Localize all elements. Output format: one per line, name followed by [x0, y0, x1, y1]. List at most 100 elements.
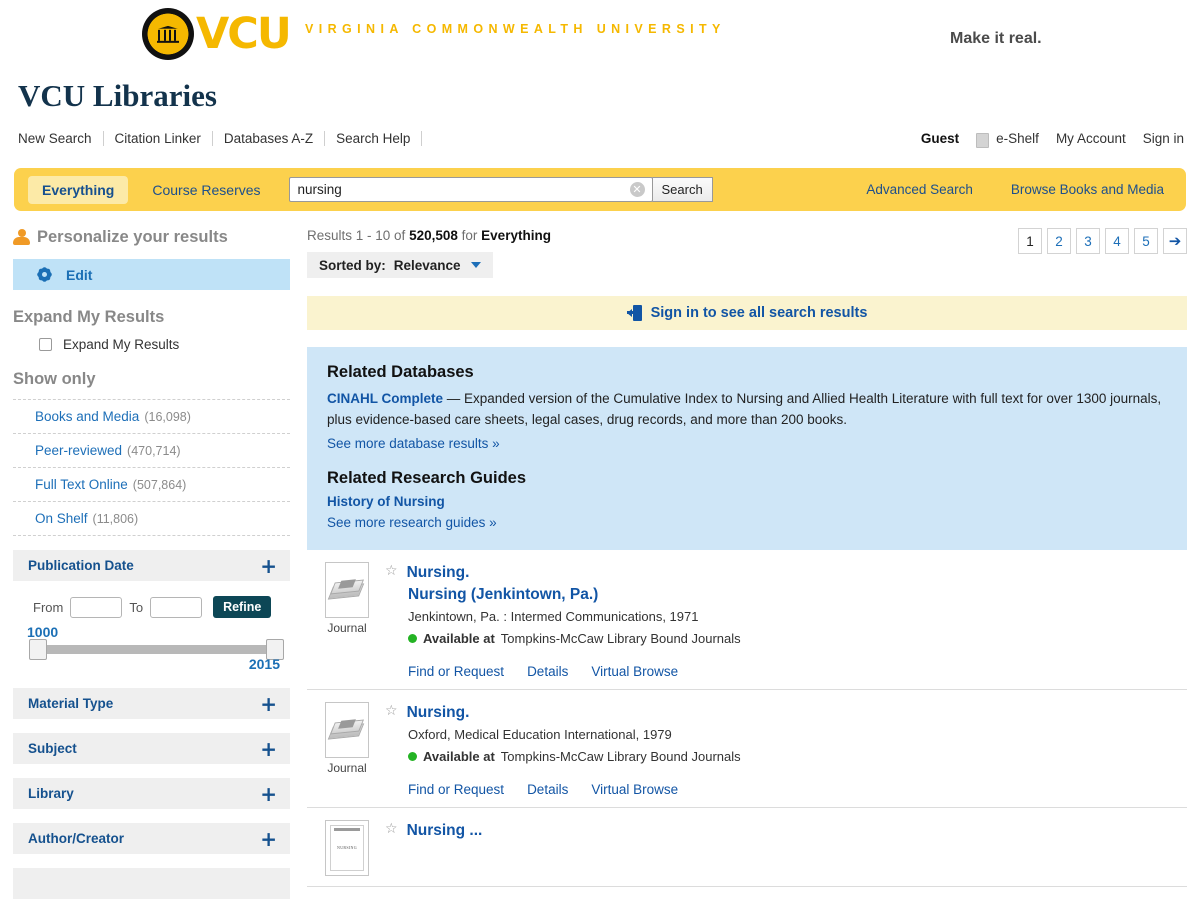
facet-panel-partial[interactable]	[13, 868, 290, 899]
search-button[interactable]: Search	[651, 177, 713, 202]
facet-full-text-online[interactable]: Full Text Online (507,864)	[13, 468, 290, 502]
page-3-button[interactable]: 3	[1076, 228, 1100, 254]
signin-banner-text: Sign in to see all search results	[650, 305, 868, 321]
facet-panel-title: Subject	[28, 741, 77, 756]
result-subtitle-link[interactable]: Nursing (Jenkintown, Pa.)	[408, 586, 1187, 604]
favorite-star-icon[interactable]: ☆	[385, 703, 398, 720]
available-status-icon	[408, 634, 417, 643]
date-from-input[interactable]	[70, 596, 123, 618]
facet-panel-title: Library	[28, 786, 74, 801]
facet-label: Full Text Online	[35, 477, 128, 492]
person-icon	[13, 229, 30, 246]
facet-panel-title: Material Type	[28, 696, 114, 711]
nav-databases-az[interactable]: Databases A-Z	[213, 131, 326, 146]
history-of-nursing-link[interactable]: History of Nursing	[327, 494, 1167, 509]
facet-panel-library[interactable]: Library +	[13, 778, 290, 809]
nav-new-search[interactable]: New Search	[18, 131, 104, 146]
edit-label: Edit	[66, 266, 93, 283]
sort-dropdown[interactable]: Sorted by: Relevance	[307, 252, 493, 278]
sign-in-link[interactable]: Sign in	[1143, 131, 1184, 146]
slider-handle-min[interactable]	[29, 639, 47, 660]
facet-panel-title: Publication Date	[28, 558, 134, 573]
virtual-browse-link[interactable]: Virtual Browse	[591, 664, 678, 679]
facet-panel-author-creator[interactable]: Author/Creator +	[13, 823, 290, 854]
brand-bar: VCU VIRGINIA COMMONWEALTH UNIVERSITY Mak…	[0, 0, 1200, 70]
find-or-request-link[interactable]: Find or Request	[408, 664, 504, 679]
plus-icon: +	[260, 781, 277, 806]
page-5-button[interactable]: 5	[1134, 228, 1158, 254]
search-bar-links: Advanced Search Browse Books and Media	[866, 182, 1164, 197]
plus-icon: +	[260, 826, 277, 851]
sort-value: Relevance	[393, 257, 461, 273]
facet-peer-reviewed[interactable]: Peer-reviewed (470,714)	[13, 434, 290, 468]
scope-tab-course-reserves[interactable]: Course Reserves	[138, 176, 274, 204]
cinahl-complete-link[interactable]: CINAHL Complete	[327, 391, 443, 406]
gear-icon	[37, 267, 52, 282]
search-input[interactable]	[289, 178, 630, 201]
page-1-button[interactable]: 1	[1018, 228, 1042, 254]
edit-button[interactable]: Edit	[13, 259, 290, 290]
related-guides-heading: Related Research Guides	[327, 469, 526, 487]
facet-panel-material-type[interactable]: Material Type +	[13, 688, 290, 719]
next-page-arrow-icon[interactable]: ➔	[1163, 228, 1187, 254]
guest-label: Guest	[920, 131, 960, 146]
date-to-input[interactable]	[150, 596, 203, 618]
eshelf-link[interactable]: e-Shelf	[976, 131, 1039, 148]
expand-results-heading: Expand My Results	[13, 308, 165, 326]
plus-icon: +	[260, 553, 277, 578]
eshelf-label[interactable]: e-Shelf	[996, 131, 1039, 146]
results-scope: Everything	[481, 228, 551, 243]
nav-citation-linker[interactable]: Citation Linker	[104, 131, 213, 146]
search-field-wrapper: ✕	[288, 177, 653, 202]
university-name: VIRGINIA COMMONWEALTH UNIVERSITY	[305, 22, 726, 36]
see-more-guides-link[interactable]: See more research guides »	[327, 515, 497, 530]
account-nav: Guest e-Shelf My Account Sign in	[920, 131, 1184, 148]
sidebar: Personalize your results Edit Expand My …	[13, 228, 290, 899]
details-link[interactable]: Details	[527, 782, 568, 797]
book-cover-title: NURSING	[337, 845, 357, 850]
facet-books-and-media[interactable]: Books and Media (16,098)	[13, 399, 290, 434]
result-thumbnail-column: Journal	[319, 702, 375, 797]
facet-panel-subject[interactable]: Subject +	[13, 733, 290, 764]
journal-thumbnail-icon	[325, 702, 369, 758]
expand-results-checkbox[interactable]	[39, 338, 52, 351]
facet-label: Peer-reviewed	[35, 443, 123, 458]
page-2-button[interactable]: 2	[1047, 228, 1071, 254]
facet-on-shelf[interactable]: On Shelf (11,806)	[13, 502, 290, 536]
signin-banner[interactable]: Sign in to see all search results	[307, 296, 1187, 330]
result-actions: Find or Request Details Virtual Browse	[408, 782, 1187, 797]
result-title-link[interactable]: Nursing.	[407, 703, 470, 722]
clear-search-icon[interactable]: ✕	[629, 182, 645, 197]
my-account-link[interactable]: My Account	[1056, 131, 1126, 146]
expand-results-row[interactable]: Expand My Results	[13, 337, 290, 352]
results-count-middle: for	[461, 228, 478, 243]
browse-books-link[interactable]: Browse Books and Media	[1011, 182, 1164, 197]
result-body: ☆ Nursing ...	[385, 820, 1187, 876]
available-status-icon	[408, 752, 417, 761]
nav-search-help[interactable]: Search Help	[325, 131, 423, 146]
results-count-prefix: Results 1 - 10 of	[307, 228, 406, 243]
date-slider[interactable]: 1000 2015	[13, 624, 290, 674]
refine-button[interactable]: Refine	[213, 596, 272, 618]
facet-panel-publication-date[interactable]: Publication Date +	[13, 550, 290, 581]
advanced-search-link[interactable]: Advanced Search	[866, 182, 973, 197]
result-title-link[interactable]: Nursing ...	[407, 821, 483, 840]
vcu-logo[interactable]: VCU	[142, 8, 292, 60]
personalize-heading: Personalize your results	[13, 228, 290, 247]
page-4-button[interactable]: 4	[1105, 228, 1129, 254]
result-title-link[interactable]: Nursing.	[407, 563, 470, 582]
favorite-star-icon[interactable]: ☆	[385, 563, 398, 580]
scope-tab-everything[interactable]: Everything	[28, 175, 129, 204]
book-thumbnail-icon: NURSING	[325, 820, 369, 876]
slider-track[interactable]	[31, 645, 281, 654]
favorite-star-icon[interactable]: ☆	[385, 821, 398, 838]
virtual-browse-link[interactable]: Virtual Browse	[591, 782, 678, 797]
result-metadata: Jenkintown, Pa. : Intermed Communication…	[408, 609, 699, 624]
details-link[interactable]: Details	[527, 664, 568, 679]
see-more-databases-link[interactable]: See more database results »	[327, 436, 500, 451]
sort-label: Sorted by:	[319, 257, 386, 273]
availability-status: Available at	[423, 749, 495, 764]
sign-in-icon	[626, 305, 642, 321]
to-label: To	[129, 599, 144, 615]
find-or-request-link[interactable]: Find or Request	[408, 782, 504, 797]
